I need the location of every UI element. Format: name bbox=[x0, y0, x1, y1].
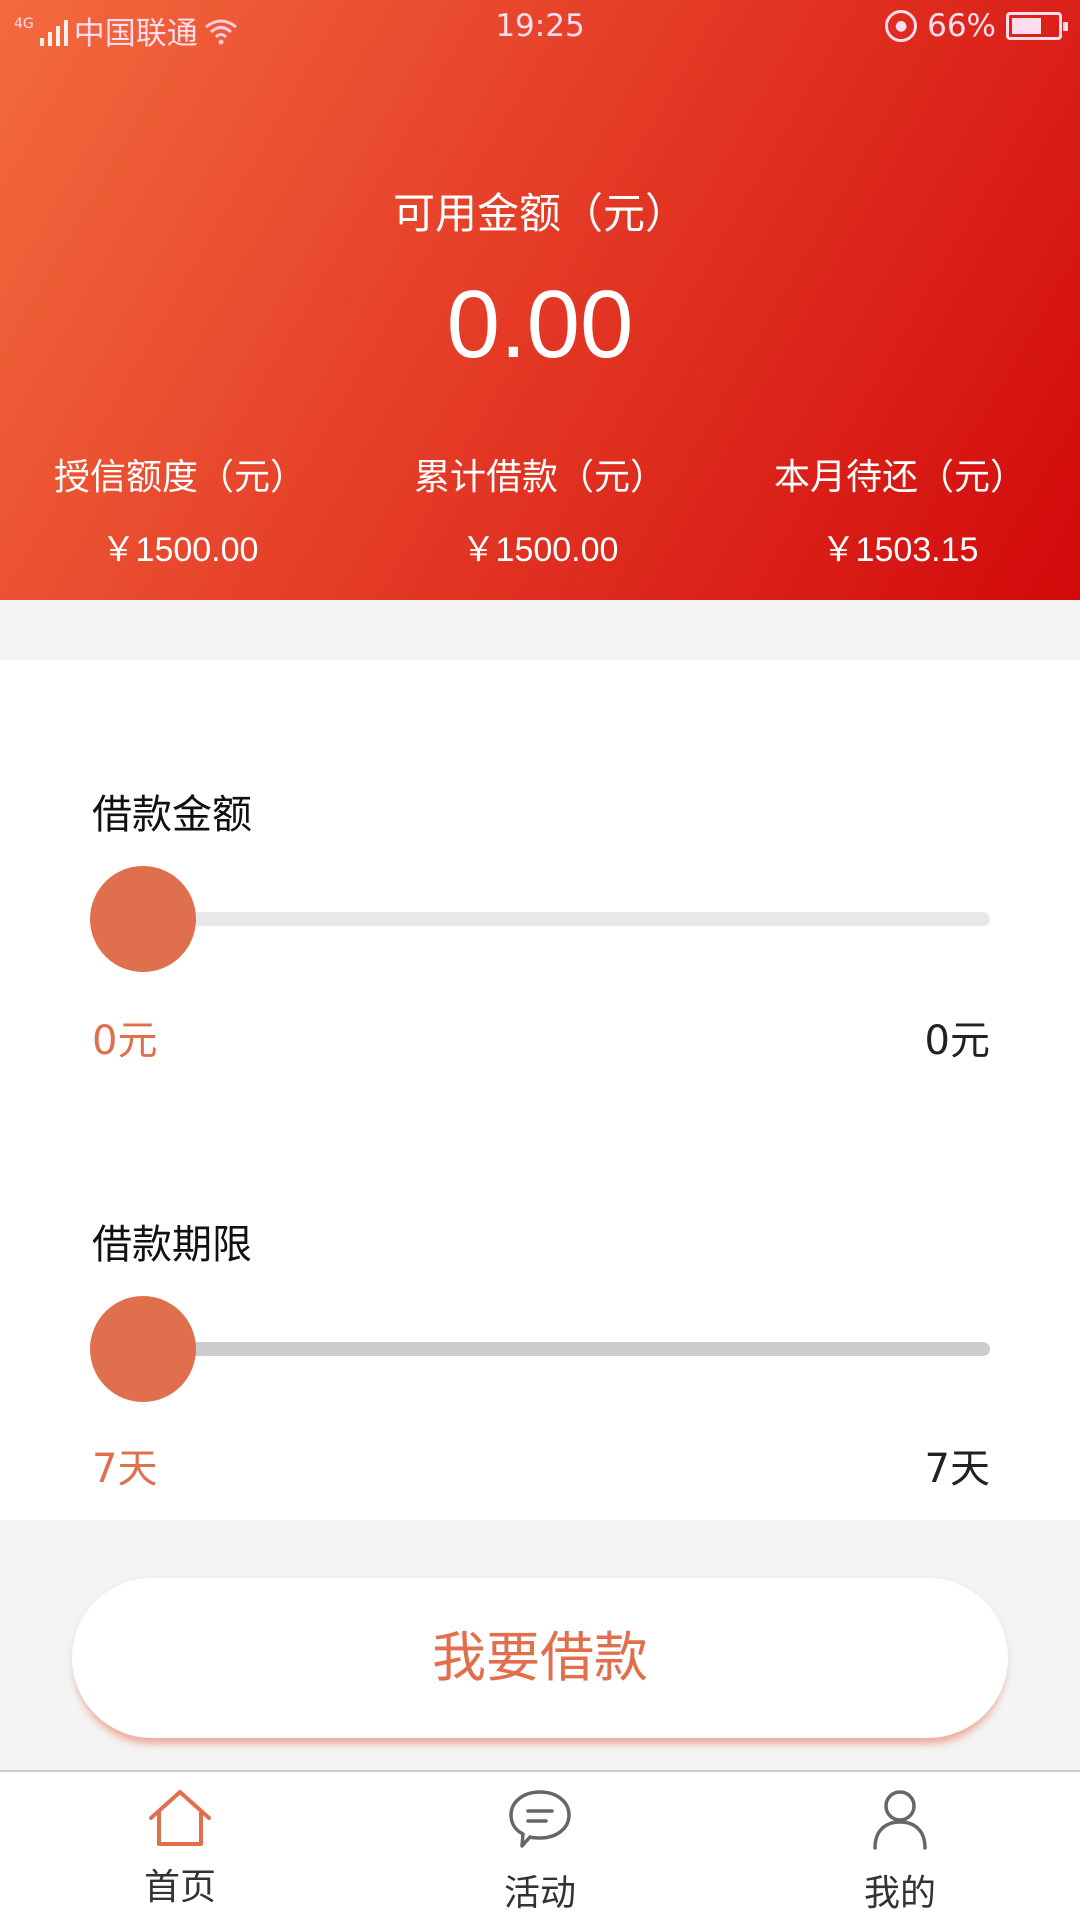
battery-percent: 66% bbox=[927, 8, 996, 44]
stat-label: 授信额度（元） bbox=[53, 457, 306, 498]
tab-label: 首页 bbox=[143, 1867, 216, 1908]
header-banner: 4G 中国联通 19:25 ● 66% 可用金额（元） 0.00 授信额度（元）… bbox=[0, 0, 1080, 600]
rotation-lock-icon: ● bbox=[885, 10, 918, 42]
loan-options-card: 借款金额 0元 0元 借款期限 7天 7天 bbox=[0, 660, 1080, 1520]
status-right: ● 66% bbox=[885, 8, 1068, 44]
home-icon bbox=[149, 1790, 211, 1846]
stat-due-this-month: 本月待还（元） ￥1503.15 bbox=[720, 448, 1080, 571]
stat-credit-limit: 授信额度（元） ￥1500.00 bbox=[0, 448, 360, 571]
status-bar: 4G 中国联通 19:25 ● 66% bbox=[0, 0, 1080, 56]
loan-amount-track[interactable] bbox=[142, 912, 990, 926]
available-amount-label: 可用金额（元） bbox=[392, 189, 687, 238]
stat-label: 累计借款（元） bbox=[413, 457, 666, 498]
tab-activity[interactable]: 活动 bbox=[360, 1772, 720, 1920]
battery-icon bbox=[1006, 12, 1068, 40]
loan-term-min: 7天 bbox=[92, 1446, 158, 1492]
loan-term-max: 7天 bbox=[924, 1446, 990, 1492]
stat-value: ￥1500.00 bbox=[101, 531, 259, 569]
loan-term-title: 借款期限 bbox=[92, 1222, 252, 1268]
battery-fill bbox=[1012, 18, 1041, 34]
stat-total-borrowed: 累计借款（元） ￥1500.00 bbox=[360, 448, 720, 571]
stats-row: 授信额度（元） ￥1500.00 累计借款（元） ￥1500.00 本月待还（元… bbox=[0, 448, 1080, 571]
loan-amount-min: 0元 bbox=[92, 1018, 158, 1064]
loan-amount-title: 借款金额 bbox=[92, 792, 252, 838]
tab-home[interactable]: 首页 bbox=[0, 1772, 360, 1920]
tab-mine[interactable]: 我的 bbox=[720, 1772, 1080, 1920]
available-amount-value: 0.00 bbox=[446, 271, 634, 378]
user-icon bbox=[873, 1790, 927, 1850]
tab-label: 我的 bbox=[863, 1873, 936, 1914]
stat-value: ￥1503.15 bbox=[821, 531, 979, 569]
stat-value: ￥1500.00 bbox=[461, 531, 619, 569]
bottom-tab-bar: 首页 活动 我的 bbox=[0, 1770, 1080, 1920]
chat-bubble-icon bbox=[509, 1790, 571, 1848]
loan-term-track[interactable] bbox=[142, 1342, 990, 1356]
tab-label: 活动 bbox=[503, 1873, 576, 1914]
loan-term-slider-handle[interactable] bbox=[90, 1296, 196, 1402]
loan-amount-max: 0元 bbox=[924, 1018, 990, 1064]
borrow-button[interactable]: 我要借款 bbox=[72, 1578, 1008, 1738]
stat-label: 本月待还（元） bbox=[773, 457, 1026, 498]
loan-amount-slider-handle[interactable] bbox=[90, 866, 196, 972]
